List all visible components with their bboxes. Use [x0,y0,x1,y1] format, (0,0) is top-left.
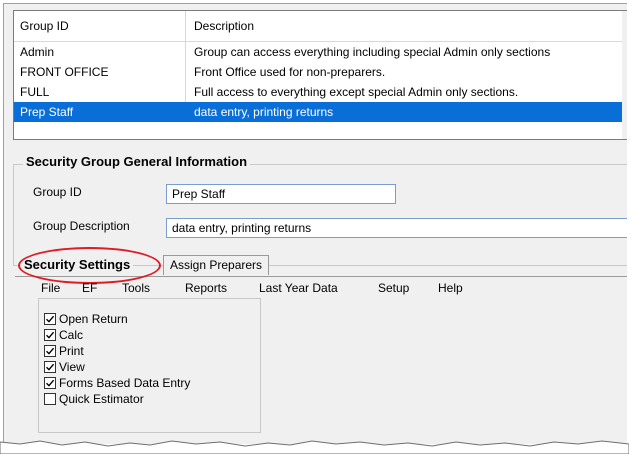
checkbox[interactable] [44,377,56,389]
cell-description: Group can access everything including sp… [194,45,551,59]
menu-reports[interactable]: Reports [185,279,227,297]
menu-file[interactable]: File [41,279,60,297]
check-icon [46,363,55,371]
cell-group-id: FRONT OFFICE [14,62,186,82]
menu-help[interactable]: Help [438,279,463,297]
cell-group-id: Prep Staff [14,102,186,122]
checkbox[interactable] [44,345,56,357]
cell-group-id: Admin [14,42,186,62]
checkbox[interactable] [44,329,56,341]
table-row[interactable]: FULL Full access to everything except sp… [14,82,627,102]
cell-description: Front Office used for non-preparers. [194,65,386,79]
menu-setup[interactable]: Setup [378,279,409,297]
table-row-selected[interactable]: Prep Staff data entry, printing returns [14,102,627,122]
permission-label: Print [59,344,84,358]
menu-tools[interactable]: Tools [122,279,150,297]
tab-assign-preparers[interactable]: Assign Preparers [163,255,270,275]
permission-calc[interactable]: Calc [44,327,83,343]
permission-open-return[interactable]: Open Return [44,311,128,327]
general-info-title: Security Group General Information [23,154,251,170]
table-row[interactable]: Admin Group can access everything includ… [14,42,627,62]
checkbox[interactable] [44,313,56,325]
check-icon [46,331,55,339]
check-icon [46,347,55,355]
permission-print[interactable]: Print [44,343,84,359]
permission-label: Forms Based Data Entry [59,376,191,390]
menu-last-year-data[interactable]: Last Year Data [259,279,338,297]
permissions-menubar: File EF Tools Reports Last Year Data Set… [4,279,624,297]
torn-edge [0,440,629,454]
grid-scrollbar[interactable] [622,11,627,139]
column-header-description[interactable]: Description [186,11,627,41]
permission-label: View [59,360,85,374]
permission-label: Open Return [59,312,128,326]
grid-header: Group ID Description [14,11,627,42]
permission-quick-estimator[interactable]: Quick Estimator [44,391,144,407]
group-id-field[interactable]: Prep Staff [166,184,396,204]
permission-label: Calc [59,328,84,342]
menu-ef[interactable]: EF [82,279,97,297]
table-row[interactable]: FRONT OFFICE Front Office used for non-p… [14,62,627,82]
cell-group-id: FULL [14,82,186,102]
check-icon [46,315,55,323]
group-description-label: Group Description [33,219,130,233]
check-icon [46,379,55,387]
group-id-label: Group ID [33,185,82,199]
cell-description: data entry, printing returns [194,105,334,119]
cell-description: Full access to everything except special… [194,85,519,99]
group-description-field[interactable]: data entry, printing returns [166,218,627,238]
security-groups-window: Group ID Description Admin Group can acc… [3,3,627,444]
permission-view[interactable]: View [44,359,85,375]
checkbox[interactable] [44,393,56,405]
checkbox[interactable] [44,361,56,373]
permission-forms-based-data-entry[interactable]: Forms Based Data Entry [44,375,190,391]
permission-label: Quick Estimator [59,392,144,406]
groups-grid: Group ID Description Admin Group can acc… [13,10,627,140]
column-header-group-id[interactable]: Group ID [14,11,186,41]
